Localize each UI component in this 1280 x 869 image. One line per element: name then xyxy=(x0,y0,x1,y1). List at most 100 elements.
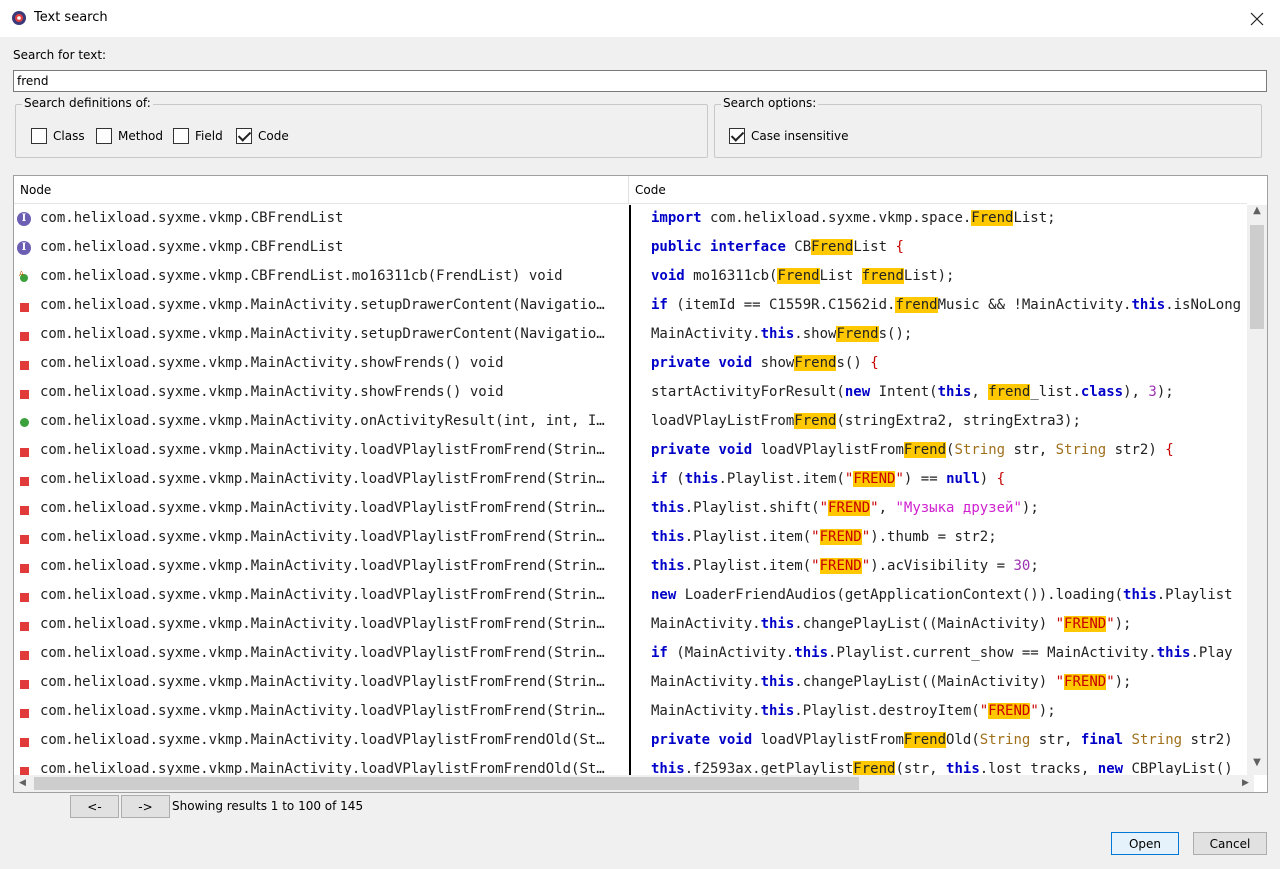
node-cell[interactable]: com.helixload.syxme.vkmp.MainActivity.lo… xyxy=(14,582,628,611)
code-cell[interactable]: void mo16311cb(FrendList frendList); xyxy=(629,263,1247,292)
table-row[interactable]: com.helixload.syxme.vkmp.MainActivity.lo… xyxy=(14,698,1254,727)
field-checkbox[interactable]: Field xyxy=(173,128,223,144)
node-cell[interactable]: com.helixload.syxme.vkmp.MainActivity.lo… xyxy=(14,698,628,727)
node-cell[interactable]: com.helixload.syxme.vkmp.MainActivity.sh… xyxy=(14,379,628,408)
table-row[interactable]: com.helixload.syxme.vkmp.MainActivity.lo… xyxy=(14,495,1254,524)
column-header-node[interactable]: Node xyxy=(14,176,628,204)
table-row[interactable]: com.helixload.syxme.vkmp.MainActivity.sh… xyxy=(14,350,1254,379)
code-token: .changePlayList((MainActivity) xyxy=(794,674,1056,690)
table-row[interactable]: com.helixload.syxme.vkmp.MainActivity.sh… xyxy=(14,379,1254,408)
code-cell[interactable]: private void loadVPlaylistFromFrend(Stri… xyxy=(629,437,1247,466)
open-button[interactable]: Open xyxy=(1111,832,1179,855)
code-cell[interactable]: private void showFrends() { xyxy=(629,350,1247,379)
code-token: " xyxy=(870,500,879,516)
code-checkbox-box[interactable] xyxy=(236,128,252,144)
code-cell[interactable]: MainActivity.this.changePlayList((MainAc… xyxy=(629,611,1247,640)
node-cell[interactable]: com.helixload.syxme.vkmp.MainActivity.lo… xyxy=(14,437,628,466)
search-input[interactable] xyxy=(13,70,1267,92)
node-cell[interactable]: com.helixload.syxme.vkmp.MainActivity.lo… xyxy=(14,669,628,698)
match-highlight: Frend xyxy=(971,210,1014,226)
table-row[interactable]: com.helixload.syxme.vkmp.MainActivity.lo… xyxy=(14,553,1254,582)
code-cell[interactable]: this.Playlist.item("FREND").acVisibility… xyxy=(629,553,1247,582)
code-cell[interactable]: loadVPlayListFromFrend(stringExtra2, str… xyxy=(629,408,1247,437)
code-cell[interactable]: private void loadVPlaylistFromFrendOld(S… xyxy=(629,727,1247,756)
code-token: str2) xyxy=(1182,732,1233,748)
table-row[interactable]: com.helixload.syxme.vkmp.MainActivity.lo… xyxy=(14,611,1254,640)
private-method-icon xyxy=(20,564,29,573)
code-cell[interactable]: new LoaderFriendAudios(getApplicationCon… xyxy=(629,582,1247,611)
node-cell[interactable]: com.helixload.syxme.vkmp.MainActivity.lo… xyxy=(14,727,628,756)
code-token: " xyxy=(861,558,871,574)
scroll-up-icon[interactable]: ▲ xyxy=(1247,205,1267,223)
method-checkbox-box[interactable] xyxy=(96,128,112,144)
table-row[interactable]: com.helixload.syxme.vkmp.MainActivity.lo… xyxy=(14,466,1254,495)
match-highlight: frend xyxy=(895,297,938,313)
node-cell[interactable]: com.helixload.syxme.vkmp.MainActivity.lo… xyxy=(14,524,628,553)
vertical-scroll-thumb[interactable] xyxy=(1250,225,1264,329)
column-header-code[interactable]: Code xyxy=(629,176,1247,204)
node-cell[interactable]: com.helixload.syxme.vkmp.MainActivity.lo… xyxy=(14,611,628,640)
code-cell[interactable]: public interface CBFrendList { xyxy=(629,234,1247,263)
table-row[interactable]: Icom.helixload.syxme.vkmp.CBFrendList pub… xyxy=(14,234,1254,263)
node-cell[interactable]: com.helixload.syxme.vkmp.MainActivity.on… xyxy=(14,408,628,437)
code-token: { xyxy=(996,471,1006,487)
code-token: " xyxy=(979,703,989,719)
match-highlight: frend xyxy=(988,384,1031,400)
vertical-scrollbar[interactable]: ▲ ▼ xyxy=(1247,205,1267,775)
code-cell[interactable]: if (MainActivity.this.Playlist.current_s… xyxy=(629,640,1247,669)
scroll-right-icon[interactable]: ▶ xyxy=(1237,775,1254,792)
code-cell[interactable]: this.Playlist.shift("FREND", "Музыка дру… xyxy=(629,495,1247,524)
method-checkbox[interactable]: Method xyxy=(96,128,163,144)
code-text: new LoaderFriendAudios(getApplicationCon… xyxy=(651,587,1233,603)
table-row[interactable]: com.helixload.syxme.vkmp.MainActivity.on… xyxy=(14,408,1254,437)
case-insensitive-checkbox-box[interactable] xyxy=(729,128,745,144)
case-insensitive-checkbox[interactable]: Case insensitive xyxy=(729,128,848,144)
node-cell[interactable]: Acom.helixload.syxme.vkmp.CBFrendList.mo… xyxy=(14,263,628,292)
code-cell[interactable]: MainActivity.this.showFrends(); xyxy=(629,321,1247,350)
table-row[interactable]: Icom.helixload.syxme.vkmp.CBFrendList imp… xyxy=(14,205,1254,234)
code-cell[interactable]: if (this.Playlist.item("FREND") == null)… xyxy=(629,466,1247,495)
node-cell[interactable]: com.helixload.syxme.vkmp.MainActivity.se… xyxy=(14,321,628,350)
scroll-down-icon[interactable]: ▼ xyxy=(1247,757,1267,775)
horizontal-scroll-thumb[interactable] xyxy=(34,777,859,790)
code-cell[interactable]: MainActivity.this.Playlist.destroyItem("… xyxy=(629,698,1247,727)
code-cell[interactable]: startActivityForResult(new Intent(this, … xyxy=(629,379,1247,408)
table-row[interactable]: com.helixload.syxme.vkmp.MainActivity.lo… xyxy=(14,524,1254,553)
node-cell[interactable]: com.helixload.syxme.vkmp.MainActivity.lo… xyxy=(14,640,628,669)
code-cell[interactable]: this.Playlist.item("FREND").thumb = str2… xyxy=(629,524,1247,553)
code-cell[interactable]: MainActivity.this.changePlayList((MainAc… xyxy=(629,669,1247,698)
class-checkbox-box[interactable] xyxy=(31,128,47,144)
search-label: Search for text: xyxy=(13,48,107,62)
code-token: s(); xyxy=(878,326,913,342)
next-page-button[interactable]: -> xyxy=(121,795,170,818)
case-insensitive-label: Case insensitive xyxy=(751,129,849,143)
scroll-left-icon[interactable]: ◀ xyxy=(14,775,31,792)
table-row[interactable]: Acom.helixload.syxme.vkmp.CBFrendList.mo… xyxy=(14,263,1254,292)
table-row[interactable]: com.helixload.syxme.vkmp.MainActivity.se… xyxy=(14,292,1254,321)
close-button[interactable] xyxy=(1234,0,1280,37)
table-row[interactable]: com.helixload.syxme.vkmp.MainActivity.lo… xyxy=(14,640,1254,669)
horizontal-scrollbar[interactable]: ◀ ▶ xyxy=(14,775,1254,792)
node-cell[interactable]: Icom.helixload.syxme.vkmp.CBFrendList xyxy=(14,234,628,263)
code-token: this xyxy=(651,529,685,545)
code-cell[interactable]: if (itemId == C1559R.C1562id.frendMusic … xyxy=(629,292,1247,321)
field-checkbox-box[interactable] xyxy=(173,128,189,144)
code-token: .Play xyxy=(1190,645,1233,661)
table-row[interactable]: com.helixload.syxme.vkmp.MainActivity.lo… xyxy=(14,669,1254,698)
prev-page-button[interactable]: <- xyxy=(70,795,119,818)
node-cell[interactable]: com.helixload.syxme.vkmp.MainActivity.lo… xyxy=(14,495,628,524)
node-cell[interactable]: com.helixload.syxme.vkmp.MainActivity.se… xyxy=(14,292,628,321)
node-cell[interactable]: com.helixload.syxme.vkmp.MainActivity.lo… xyxy=(14,466,628,495)
table-row[interactable]: com.helixload.syxme.vkmp.MainActivity.se… xyxy=(14,321,1254,350)
code-token: " xyxy=(1030,703,1039,719)
node-cell[interactable]: Icom.helixload.syxme.vkmp.CBFrendList xyxy=(14,205,628,234)
code-checkbox[interactable]: Code xyxy=(236,128,289,144)
code-cell[interactable]: import com.helixload.syxme.vkmp.space.Fr… xyxy=(629,205,1247,234)
class-checkbox[interactable]: Class xyxy=(31,128,85,144)
table-row[interactable]: com.helixload.syxme.vkmp.MainActivity.lo… xyxy=(14,582,1254,611)
table-row[interactable]: com.helixload.syxme.vkmp.MainActivity.lo… xyxy=(14,727,1254,756)
node-cell[interactable]: com.helixload.syxme.vkmp.MainActivity.lo… xyxy=(14,553,628,582)
node-cell[interactable]: com.helixload.syxme.vkmp.MainActivity.sh… xyxy=(14,350,628,379)
table-row[interactable]: com.helixload.syxme.vkmp.MainActivity.lo… xyxy=(14,437,1254,466)
cancel-button[interactable]: Cancel xyxy=(1193,832,1267,855)
